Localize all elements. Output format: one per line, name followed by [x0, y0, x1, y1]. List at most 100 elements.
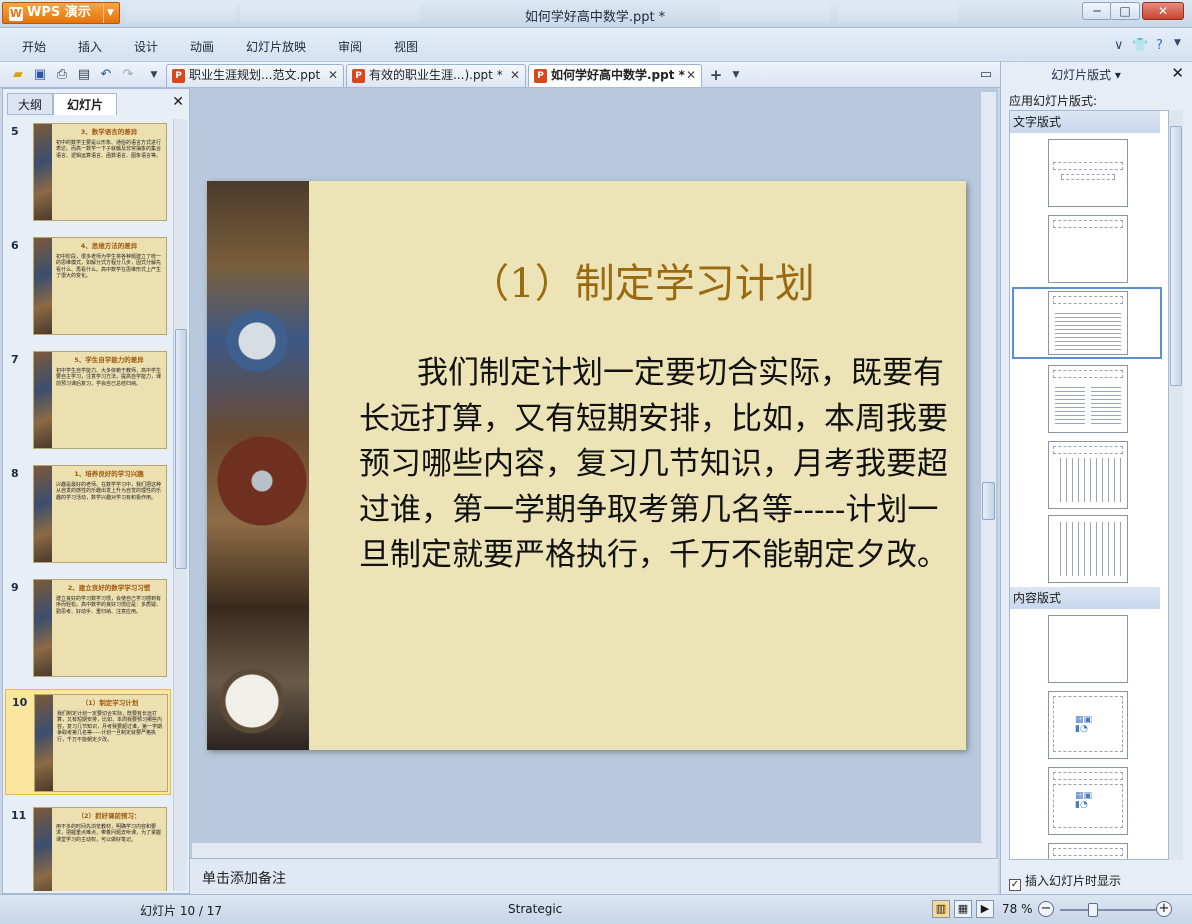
- customize-toolbar-icon[interactable]: ▼: [146, 67, 162, 83]
- doc-tab-math[interactable]: P 如何学好高中数学.ppt * ✕: [528, 64, 702, 87]
- slide-body-text[interactable]: 我们制定计划一定要切合实际，既要有长远打算，又有短期安排，比如，本周我要预习哪些…: [359, 351, 949, 579]
- layout-content[interactable]: ▦▣ ▮◔: [1048, 691, 1128, 759]
- slide-thumbnail[interactable]: 7 5、学生自学能力的差异 初中学生自学能力、大多依赖于教师，高中学生要自主学习…: [5, 347, 171, 453]
- checkbox-checked-icon[interactable]: ✓: [1009, 879, 1021, 891]
- close-icon[interactable]: ✕: [328, 65, 338, 86]
- notes-pane[interactable]: 单击添加备注: [190, 858, 998, 894]
- doc-tab-career-plan[interactable]: P 职业生涯规划...范文.ppt ✕: [166, 64, 344, 87]
- minimize-button[interactable]: ─: [1082, 2, 1112, 20]
- layout-blank[interactable]: [1048, 615, 1128, 683]
- layout-title-slide[interactable]: [1048, 139, 1128, 207]
- slide-sorter-view-icon[interactable]: ▦: [954, 900, 972, 918]
- chevron-down-icon[interactable]: ▼: [728, 67, 744, 83]
- quick-toolbar: ▰ ▣ ⎙ ▤ ↶ ↷ ▼ P 职业生涯规划...范文.ppt ✕ P 有效的职…: [0, 62, 1000, 88]
- print-icon[interactable]: ⎙: [54, 67, 70, 83]
- undo-icon[interactable]: ↶: [98, 67, 114, 83]
- thumbnail-body: 初中学生自学能力、大多依赖于教师，高中学生要自主学习，注意学习方法，提高自学能力…: [56, 368, 162, 387]
- slide-thumbnail[interactable]: 8 1、培养良好的学习兴趣 兴趣是最好的老师。在数学学习中，我们把这种从自发的感…: [5, 461, 171, 567]
- thumbnail-title: （1）制定学习计划: [81, 699, 139, 707]
- slide-thumbnail-selected[interactable]: 10 （1）制定学习计划 我们制定计划一定要切合实际，既要有长远打算，又有短期安…: [5, 689, 171, 795]
- slide-vertical-scrollbar[interactable]: [980, 92, 996, 858]
- skin-shirt-icon[interactable]: 👕: [1132, 38, 1148, 53]
- thumbnail-photo: [34, 808, 52, 891]
- slide-position: 幻灯片 10 / 17: [140, 904, 223, 918]
- ppt-file-icon: P: [352, 69, 365, 83]
- menu-design[interactable]: 设计: [134, 38, 158, 55]
- tab-slides[interactable]: 幻灯片: [53, 93, 117, 115]
- close-window-button[interactable]: ✕: [1142, 2, 1184, 20]
- thumbnail-image: 2、建立良好的数学学习习惯 建立良好的学习数学习惯，会使自己学习感到有序而轻松。…: [33, 579, 167, 677]
- tab-outline[interactable]: 大纲: [7, 93, 53, 115]
- slide-title[interactable]: （1）制定学习计划: [357, 251, 927, 309]
- slide-thumbnail[interactable]: 5 3、数学语言的差异 初中的数学主要是以形象、通俗的语言方式进行表达。而高一数…: [5, 119, 171, 225]
- layout-title-content[interactable]: ▦▣ ▮◔: [1048, 767, 1128, 835]
- menu-bar: 开始 插入 设计 动画 幻灯片放映 审阅 视图 ∨ 👕 ? ▼: [0, 28, 1192, 62]
- slide-thumbnail[interactable]: 9 2、建立良好的数学学习习惯 建立良好的学习数学习惯，会使自己学习感到有序而轻…: [5, 575, 171, 681]
- zoom-slider[interactable]: [1060, 909, 1156, 911]
- layout-vertical-title-text[interactable]: [1048, 515, 1128, 583]
- close-icon[interactable]: ✕: [510, 65, 520, 86]
- menu-animation[interactable]: 动画: [190, 38, 214, 55]
- zoom-out-icon[interactable]: −: [1038, 901, 1054, 917]
- slide-horizontal-scrollbar[interactable]: [192, 842, 982, 858]
- layout-scrollbar[interactable]: [1169, 110, 1183, 860]
- menu-view[interactable]: 视图: [394, 38, 418, 55]
- section-content-layouts: 内容版式: [1010, 587, 1160, 609]
- thumbnail-image: 4、思维方法的差异 初中阶段，很多老师为学生将各种题建立了统一的思维模式，如解分…: [33, 237, 167, 335]
- current-slide[interactable]: （1）制定学习计划 我们制定计划一定要切合实际，既要有长远打算，又有短期安排，比…: [207, 181, 966, 750]
- normal-view-icon[interactable]: ▥: [932, 900, 950, 918]
- scrollbar-thumb[interactable]: [175, 329, 187, 569]
- doc-tab-career-effective[interactable]: P 有效的职业生涯...).ppt * ✕: [346, 64, 526, 87]
- thumbnail-photo: [34, 466, 52, 562]
- layout-title-only[interactable]: [1048, 215, 1128, 283]
- slide-thumbnail[interactable]: 6 4、思维方法的差异 初中阶段，很多老师为学生将各种题建立了统一的思维模式，如…: [5, 233, 171, 339]
- menu-review[interactable]: 审阅: [338, 38, 362, 55]
- pane-title[interactable]: 幻灯片版式 ▾: [1001, 66, 1171, 83]
- apply-layout-label: 应用幻灯片版式:: [1009, 94, 1098, 108]
- zoom-level[interactable]: 78 %: [1002, 902, 1033, 916]
- pane-title-label: 幻灯片版式: [1051, 68, 1112, 82]
- slideshow-view-icon[interactable]: ▶: [976, 900, 994, 918]
- close-icon[interactable]: ✕: [172, 94, 184, 110]
- notes-placeholder[interactable]: 单击添加备注: [202, 868, 286, 888]
- open-folder-icon[interactable]: ▰: [10, 67, 26, 83]
- layout-title-and-text-selected[interactable]: [1012, 287, 1162, 359]
- help-icon[interactable]: ?: [1156, 38, 1163, 53]
- thumbnail-title: 4、思维方法的差异: [80, 242, 138, 250]
- menu-insert[interactable]: 插入: [78, 38, 102, 55]
- scrollbar-thumb[interactable]: [1170, 126, 1182, 386]
- window-title: 如何学好高中数学.ppt *: [524, 10, 666, 25]
- slide-number: 7: [11, 353, 19, 366]
- thumbnail-body: 我们制定计划一定要切合实际，既要有长远打算，又有短期安排，比如，本周我要预习哪些…: [57, 711, 163, 743]
- restore-layout-icon[interactable]: ▭: [978, 67, 994, 83]
- background-window-tab: [126, 4, 236, 22]
- doc-tab-label: 如何学好高中数学.ppt *: [551, 68, 685, 82]
- slide-thumbnail[interactable]: 11 （2）抓好课前预习： 用不多的时间先浏览教材，明确学习内容和要求，把握重点…: [5, 803, 171, 891]
- maximize-button[interactable]: □: [1110, 2, 1140, 20]
- layout-two-column-text[interactable]: [1048, 365, 1128, 433]
- menu-home[interactable]: 开始: [22, 38, 46, 55]
- thumbnail-image: （2）抓好课前预习： 用不多的时间先浏览教材，明确学习内容和要求，把握重点难点，…: [33, 807, 167, 891]
- thumbnail-scrollbar[interactable]: [173, 119, 187, 891]
- menu-slideshow[interactable]: 幻灯片放映: [246, 38, 306, 55]
- wps-app-menu-button[interactable]: W WPS 演示 ▼: [2, 2, 120, 24]
- thumbnail-body: 初中阶段，很多老师为学生将各种题建立了统一的思维模式，如解分式方程分几步，因式分…: [56, 254, 162, 280]
- zoom-in-icon[interactable]: +: [1156, 901, 1172, 917]
- print-preview-icon[interactable]: ▤: [76, 67, 92, 83]
- new-tab-plus-icon[interactable]: +: [708, 67, 724, 83]
- chevron-down-icon[interactable]: ▼: [1174, 38, 1181, 48]
- layout-title-two-content[interactable]: [1048, 843, 1128, 859]
- chevron-down-icon[interactable]: ∨: [1114, 38, 1124, 53]
- zoom-slider-handle[interactable]: [1088, 903, 1098, 917]
- title-bar: W WPS 演示 ▼ 如何学好高中数学.ppt * ─ □ ✕: [0, 0, 1192, 28]
- scrollbar-thumb[interactable]: [982, 482, 995, 520]
- layout-vertical-text[interactable]: [1048, 441, 1128, 509]
- show-on-insert-checkbox[interactable]: ✓ 插入幻灯片时显示: [1009, 872, 1121, 891]
- thumbnail-title: 2、建立良好的数学学习习惯: [67, 584, 151, 592]
- doc-tab-label: 有效的职业生涯...).ppt *: [369, 68, 503, 82]
- redo-icon[interactable]: ↷: [120, 67, 136, 83]
- close-icon[interactable]: ✕: [1171, 64, 1184, 82]
- save-icon[interactable]: ▣: [32, 67, 48, 83]
- close-icon[interactable]: ✕: [686, 65, 696, 86]
- thumbnail-body: 兴趣是最好的老师。在数学学习中，我们把这种从自发的感性的乐趣出发上升为自觉的理性…: [56, 482, 162, 501]
